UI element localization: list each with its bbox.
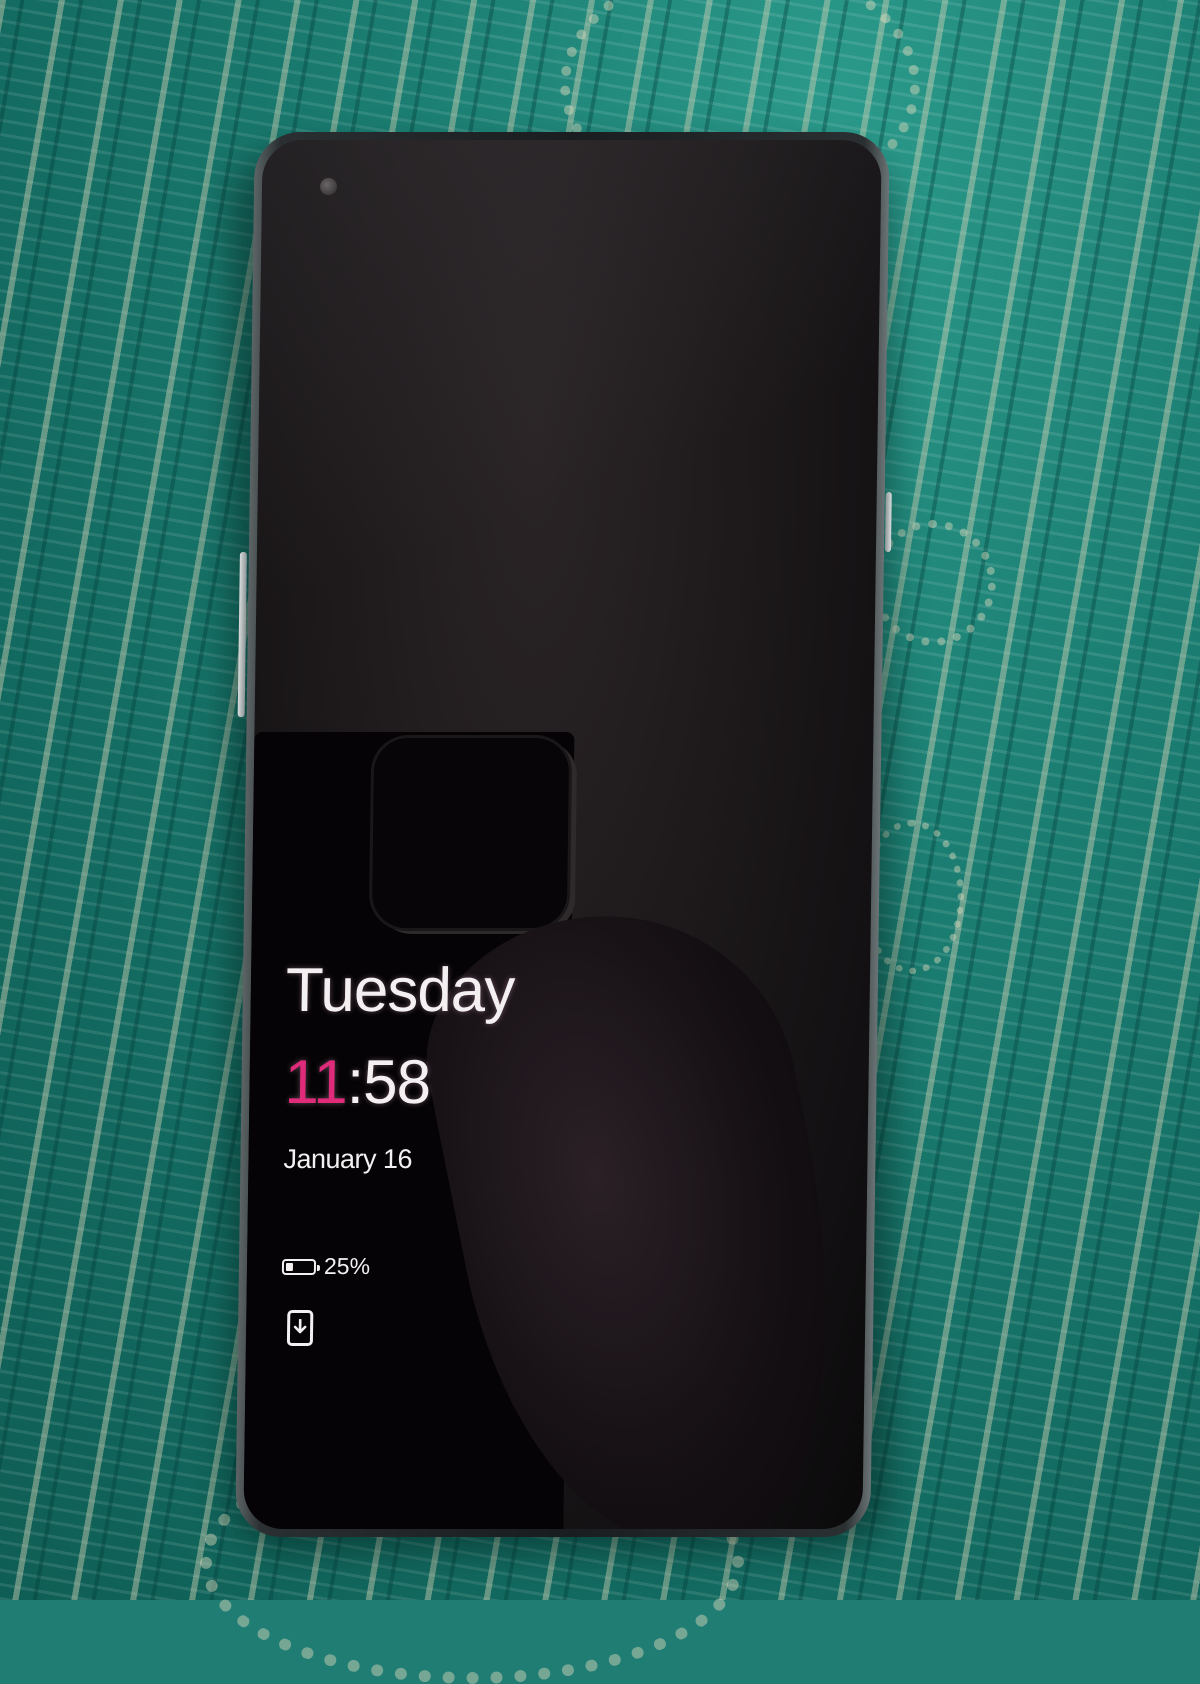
clock-separator: : [346, 1048, 364, 1117]
download-notification-icon[interactable] [286, 1310, 314, 1346]
screen-glare [254, 140, 882, 696]
day-label: Tuesday [285, 956, 515, 1025]
phone-screen[interactable]: Tuesday 11:58 January 16 25% [243, 140, 882, 1529]
smartphone: Tuesday 11:58 January 16 25% [235, 132, 892, 1537]
battery-level [285, 1262, 294, 1271]
power-button[interactable] [884, 492, 892, 552]
camera-reflection [371, 738, 570, 928]
clock-hours: 11 [284, 1048, 348, 1117]
battery-icon [281, 1258, 317, 1275]
clock-minutes: 58 [362, 1048, 431, 1117]
date-label: January 16 [283, 1144, 413, 1174]
clock: 11:58 [284, 1048, 605, 1117]
download-arrow-icon [293, 1319, 307, 1334]
always-on-display: Tuesday 11:58 January 16 25% [281, 956, 606, 1346]
battery-status: 25% [281, 1253, 602, 1280]
battery-percent: 25% [323, 1253, 371, 1279]
